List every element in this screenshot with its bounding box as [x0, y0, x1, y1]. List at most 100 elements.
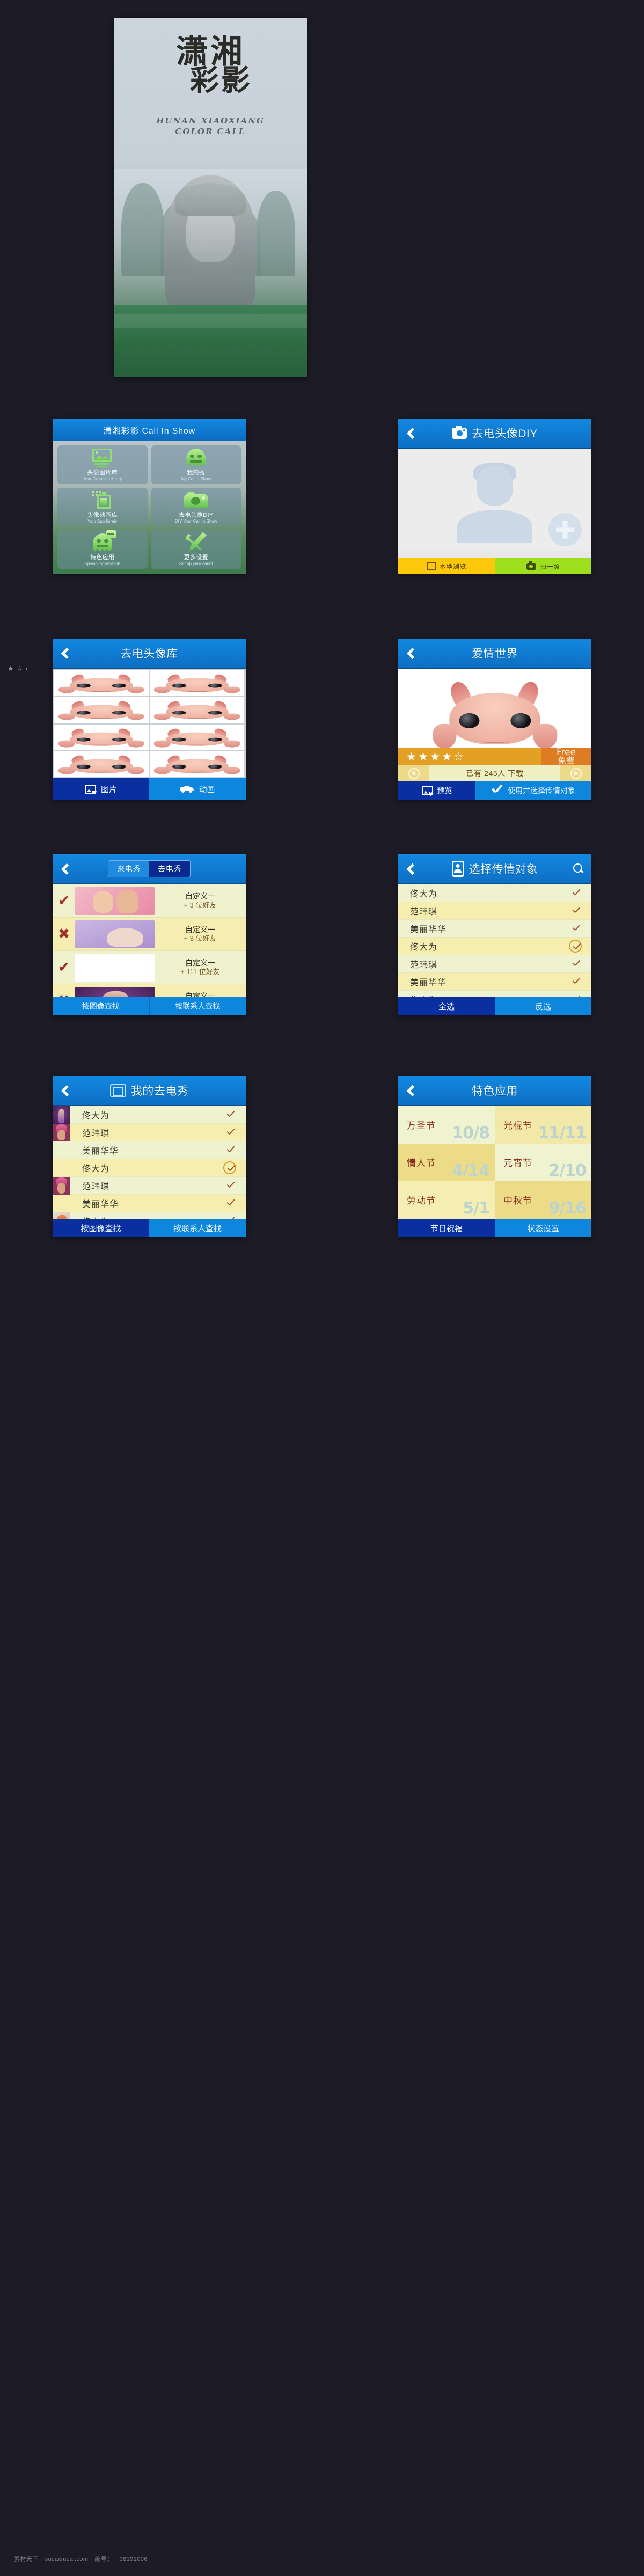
- festival-cell[interactable]: 情人节 4/14: [398, 1144, 495, 1181]
- back-button[interactable]: [53, 639, 77, 668]
- star-empty-icon[interactable]: [454, 752, 463, 762]
- gallery-cell[interactable]: [54, 751, 149, 777]
- gallery-cell[interactable]: [150, 724, 244, 750]
- contact-row[interactable]: 范玮琪: [398, 902, 591, 920]
- tile-special-application[interactable]: 特色应用 Special application: [57, 530, 148, 569]
- tab-incoming-show[interactable]: 来电秀: [108, 861, 149, 877]
- find-by-contact-button[interactable]: 按联系人查找: [149, 1219, 246, 1237]
- contact-row[interactable]: 美丽华华: [398, 920, 591, 938]
- check-mark-icon[interactable]: [53, 894, 75, 908]
- search-button[interactable]: [573, 863, 591, 874]
- contact-row[interactable]: 佟大为: [398, 991, 591, 997]
- contact-name: 佟大为: [410, 890, 438, 899]
- status-settings-button[interactable]: 状态设置: [495, 1219, 591, 1237]
- check-icon[interactable]: [226, 1200, 236, 1207]
- creature-illustration: [153, 727, 240, 749]
- show-type-segmented-control[interactable]: 来电秀 去电秀: [108, 860, 191, 877]
- gallery-cell[interactable]: [150, 697, 244, 723]
- select-all-button[interactable]: 全选: [398, 997, 495, 1015]
- show-list-row[interactable]: 自定义一 + 334 位好友: [53, 984, 246, 997]
- cross-mark-icon[interactable]: [53, 927, 75, 941]
- my-show-row[interactable]: 美丽华华: [53, 1195, 246, 1212]
- back-button[interactable]: [398, 1076, 423, 1106]
- my-show-row[interactable]: 范玮琪: [53, 1176, 246, 1195]
- gallery-cell[interactable]: [54, 670, 149, 696]
- star-rating[interactable]: [398, 748, 541, 765]
- preview-label: 预览: [437, 786, 452, 795]
- gallery-cell[interactable]: [54, 724, 149, 750]
- diy-preview-area[interactable]: [398, 449, 591, 551]
- prev-button[interactable]: [398, 765, 429, 781]
- tab-animation[interactable]: 动画: [149, 778, 246, 800]
- holiday-greeting-button[interactable]: 节日祝福: [398, 1219, 495, 1237]
- contact-row[interactable]: 佟大为: [398, 884, 591, 902]
- star-filled-icon[interactable]: [407, 752, 416, 761]
- check-icon[interactable]: [226, 1182, 236, 1189]
- invert-selection-button[interactable]: 反选: [495, 997, 591, 1015]
- my-show-row[interactable]: 佟大为: [53, 1106, 246, 1124]
- festival-cell[interactable]: 万圣节 10/8: [398, 1106, 495, 1144]
- check-icon[interactable]: [226, 1111, 236, 1118]
- use-and-select-button[interactable]: 使用并选择传情对象: [475, 781, 591, 800]
- cross-mark-icon[interactable]: [53, 993, 75, 997]
- tile-more-settings[interactable]: 更多设置 Set up your count: [151, 530, 241, 569]
- find-by-image-button[interactable]: 按图像查找: [53, 1219, 149, 1237]
- tile-app-library[interactable]: 头像动画库 Your App libraiy: [57, 488, 148, 526]
- check-icon[interactable]: [572, 961, 582, 968]
- creature-illustration: [153, 753, 240, 775]
- gallery-cell[interactable]: [54, 697, 149, 723]
- festival-cell[interactable]: 元宵节 2/10: [495, 1144, 591, 1181]
- contact-name: 佟大为: [70, 1214, 226, 1219]
- festival-cell[interactable]: 中秋节 9/16: [495, 1181, 591, 1219]
- find-by-image-button[interactable]: 按图像查找: [53, 997, 149, 1015]
- show-list-row[interactable]: 自定义一 + 3 位好友: [53, 884, 246, 918]
- festival-date: 11/11: [538, 1124, 587, 1143]
- festival-cell[interactable]: 劳动节 5/1: [398, 1181, 495, 1219]
- my-show-row[interactable]: 佟大为: [53, 1212, 246, 1219]
- show-list-row[interactable]: 自定义一 + 3 位好友: [53, 918, 246, 951]
- selected-check-circle-icon[interactable]: [223, 1161, 236, 1174]
- pictures-icon: [426, 562, 436, 570]
- tile-graphic-library[interactable]: 头像图片库 Your Graphic Library: [57, 445, 148, 484]
- my-show-row[interactable]: 范玮琪: [53, 1123, 246, 1141]
- gallery-cell[interactable]: [150, 751, 244, 777]
- plus-circle-icon[interactable]: [548, 513, 582, 546]
- back-button[interactable]: [398, 854, 423, 884]
- local-browse-button[interactable]: 本地浏览: [398, 558, 495, 574]
- check-icon[interactable]: [572, 908, 582, 914]
- tab-pictures[interactable]: 图片: [53, 778, 149, 800]
- check-icon[interactable]: [572, 978, 582, 985]
- find-by-contact-button[interactable]: 按联系人查找: [149, 997, 246, 1015]
- contact-row[interactable]: 范玮琪: [398, 955, 591, 973]
- preview-button[interactable]: 预览: [398, 781, 475, 800]
- back-button[interactable]: [53, 1076, 77, 1106]
- star-filled-icon[interactable]: [442, 752, 451, 761]
- tab-outgoing-show[interactable]: 去电秀: [149, 861, 190, 877]
- festival-cell[interactable]: 光棍节 11/11: [495, 1106, 591, 1144]
- row-name: 自定义一: [185, 891, 215, 901]
- chevron-right-icon: ›: [25, 665, 28, 672]
- check-icon[interactable]: [572, 890, 582, 897]
- take-photo-button[interactable]: 拍一照: [495, 558, 591, 574]
- check-mark-icon[interactable]: [53, 960, 75, 975]
- selected-check-circle-icon[interactable]: [569, 940, 582, 953]
- check-icon[interactable]: [572, 925, 582, 932]
- back-button[interactable]: [398, 419, 423, 448]
- tile-my-show[interactable]: 我的秀 My Cal In Show: [151, 445, 241, 484]
- tile-diy[interactable]: 去电头像DIY DIY Your Call In Show: [151, 488, 241, 526]
- back-button[interactable]: [53, 854, 77, 884]
- my-show-row[interactable]: 佟大为: [53, 1159, 246, 1177]
- splash-screen: 潇湘 彩影 HUNAN XIAOXIANG COLOR CALL: [114, 18, 307, 377]
- check-icon[interactable]: [226, 1129, 236, 1136]
- show-list-row[interactable]: 自定义一 + 111 位好友: [53, 951, 246, 984]
- my-show-row[interactable]: 美丽华华: [53, 1141, 246, 1159]
- contact-row[interactable]: 佟大为: [398, 938, 591, 955]
- tile-label-en: My Cal In Show: [181, 477, 211, 481]
- check-icon[interactable]: [226, 1147, 236, 1154]
- back-button[interactable]: [398, 639, 423, 668]
- star-filled-icon[interactable]: [419, 752, 428, 761]
- contact-row[interactable]: 美丽华华: [398, 973, 591, 991]
- star-filled-icon[interactable]: [430, 752, 440, 761]
- next-button[interactable]: [560, 765, 591, 781]
- gallery-cell[interactable]: [150, 670, 244, 696]
